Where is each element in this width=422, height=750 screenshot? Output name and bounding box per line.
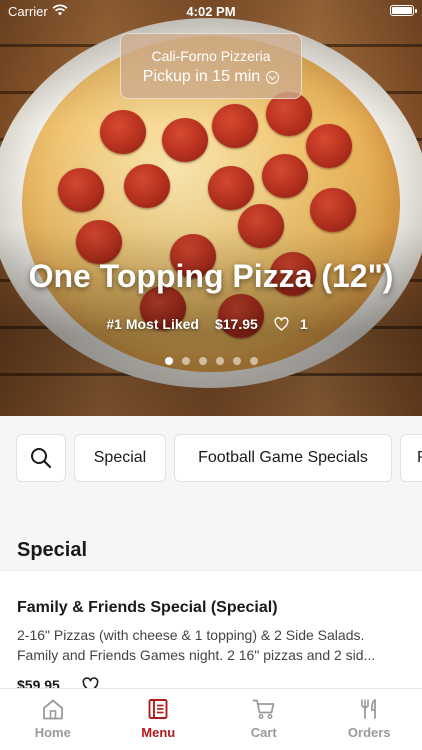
tab-label: Cart (250, 725, 277, 740)
heart-icon (274, 317, 289, 331)
tab-orders[interactable]: Orders (317, 689, 422, 750)
clock: 4:02 PM (186, 4, 236, 19)
menu-item-description-line: 2-16" Pizzas (with cheese & 1 topping) &… (17, 627, 365, 643)
search-button[interactable] (16, 434, 66, 482)
featured-item-meta: #1 Most Liked $17.95 1 (0, 316, 422, 332)
search-icon (31, 448, 52, 469)
category-chip-football-game-specials[interactable]: Football Game Specials (174, 434, 392, 482)
tab-cart[interactable]: Cart (211, 689, 317, 750)
chevron-down-icon (266, 70, 280, 84)
pickup-time: Pickup in 15 min (142, 68, 261, 85)
cart-icon (252, 699, 275, 719)
tab-label: Menu (141, 725, 176, 740)
featured-likes[interactable]: 1 (274, 316, 316, 332)
carousel-dot[interactable] (232, 357, 241, 365)
menu-item-name: Family & Friends Special (Special) (17, 599, 278, 616)
tab-home[interactable]: Home (0, 689, 106, 750)
carousel-dot[interactable] (198, 357, 207, 365)
store-name: Cali-Forno Pizzeria (151, 48, 271, 64)
category-chip-next[interactable]: P (400, 434, 422, 482)
status-bar: Carrier 4:02 PM (0, 0, 422, 22)
section-title: Special (17, 539, 88, 561)
featured-item-title: One Topping Pizza (12") (28, 258, 394, 294)
store-selector[interactable]: Cali-Forno Pizzeria Pickup in 15 min (120, 33, 302, 99)
carousel-dot[interactable] (249, 357, 258, 365)
carousel-indicator[interactable] (0, 357, 422, 365)
menu-item-card[interactable]: Family & Friends Special (Special) 2-16"… (0, 570, 422, 700)
category-chip-special[interactable]: Special (74, 434, 166, 482)
menu-item-description: 2-16" Pizzas (with cheese & 1 topping) &… (17, 625, 407, 665)
menu-item-description-line: Family and Friends Games night. 2 16" pi… (17, 647, 376, 663)
home-icon (42, 699, 63, 720)
featured-hero[interactable]: Carrier 4:02 PM Cali-Forno Pizzeria Pick… (0, 0, 422, 416)
carousel-dot[interactable] (181, 357, 190, 365)
tab-label: Home (34, 725, 71, 740)
carousel-dot[interactable] (164, 357, 173, 365)
carousel-dot[interactable] (215, 357, 224, 365)
featured-rank: #1 Most Liked (106, 316, 199, 332)
tab-bar: Home Menu Cart Orders (0, 688, 422, 750)
featured-like-count: 1 (299, 316, 308, 332)
tab-label: Orders (347, 725, 391, 740)
battery-icon (390, 5, 417, 16)
menu-icon (148, 699, 168, 719)
tab-menu[interactable]: Menu (106, 689, 212, 750)
app-screen: Carrier 4:02 PM Cali-Forno Pizzeria Pick… (0, 0, 422, 750)
category-bar: Special Football Game Specials P (0, 416, 422, 502)
featured-price: $17.95 (214, 316, 258, 332)
orders-icon (361, 699, 377, 719)
pickup-time-row: Pickup in 15 min (121, 68, 301, 86)
